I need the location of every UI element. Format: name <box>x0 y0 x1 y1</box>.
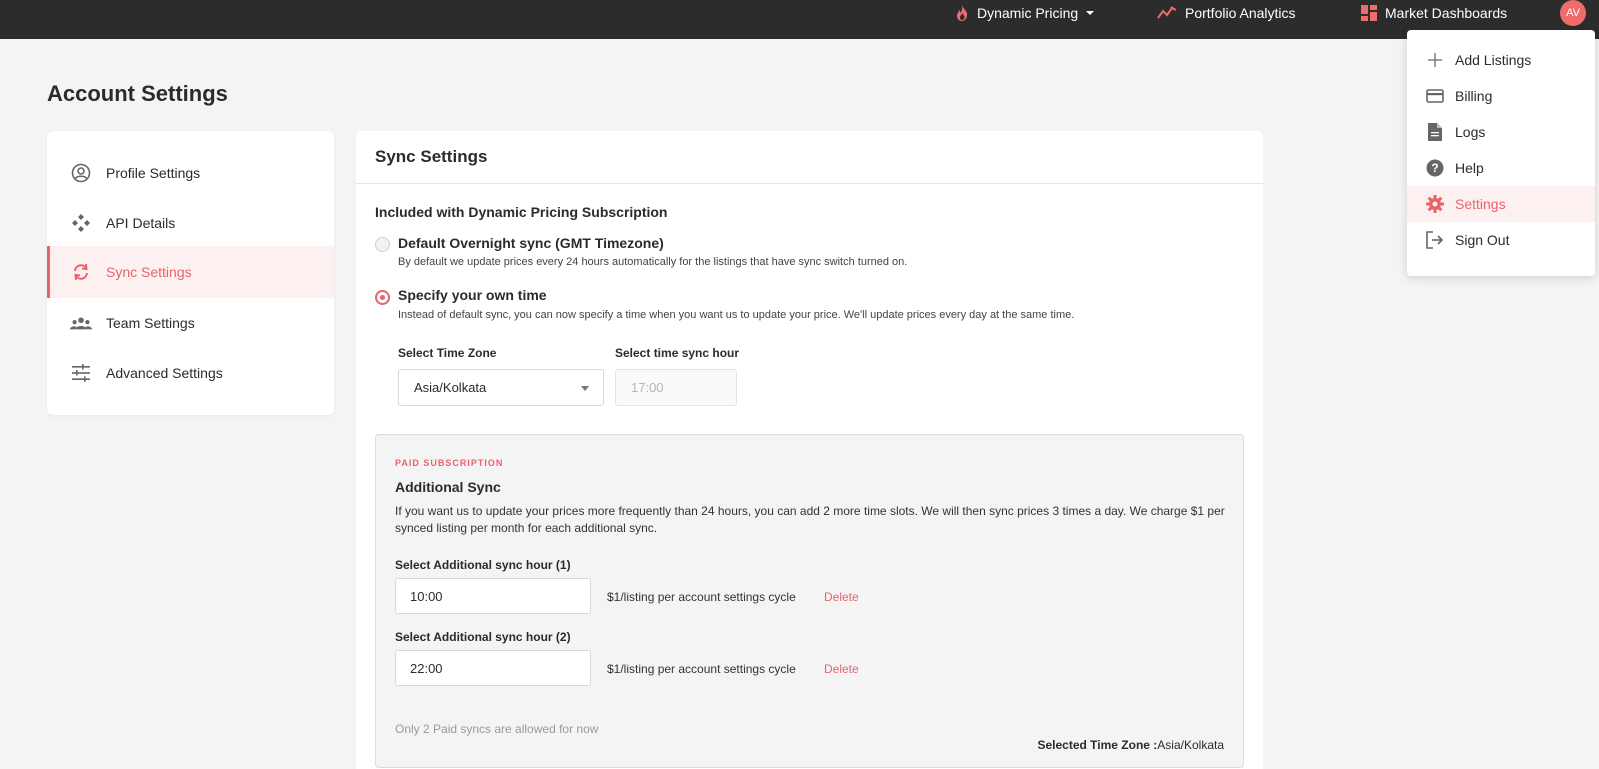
menu-item-label: Help <box>1455 160 1484 176</box>
default-sync-label[interactable]: Default Overnight sync (GMT Timezone) <box>398 235 664 251</box>
caret-down-icon <box>1086 11 1095 15</box>
additional-sync-2-price: $1/listing per account settings cycle <box>607 662 796 676</box>
settings-sidebar: Profile Settings API Details Sync Settin… <box>47 131 334 415</box>
paid-subscription-box: PAID SUBSCRIPTION Additional Sync If you… <box>375 434 1244 768</box>
default-sync-description: By default we update prices every 24 hou… <box>398 256 908 268</box>
api-icon <box>70 212 92 234</box>
default-sync-radio[interactable] <box>375 237 390 252</box>
menu-item-label: Billing <box>1455 88 1493 104</box>
sidebar-item-label: Sync Settings <box>106 264 192 280</box>
custom-sync-radio[interactable] <box>375 290 390 305</box>
custom-sync-description: Instead of default sync, you can now spe… <box>398 309 1075 321</box>
additional-sync-1-label: Select Additional sync hour (1) <box>395 558 571 572</box>
timezone-label: Select Time Zone <box>398 346 497 360</box>
menu-item-billing[interactable]: Billing <box>1407 78 1595 114</box>
help-icon: ? <box>1426 159 1444 177</box>
menu-item-label: Add Listings <box>1455 52 1532 68</box>
sidebar-item-label: Profile Settings <box>106 165 201 181</box>
panel-title: Sync Settings <box>356 131 1263 184</box>
credit-card-icon <box>1426 87 1444 105</box>
nav-market-dashboards[interactable]: Market Dashboards <box>1361 0 1507 26</box>
custom-sync-label[interactable]: Specify your own time <box>398 287 547 303</box>
sidebar-item-team-settings[interactable]: Team Settings <box>47 297 334 349</box>
chevron-down-icon <box>581 386 589 391</box>
sliders-icon <box>70 362 92 384</box>
nav-market-dashboards-label: Market Dashboards <box>1385 5 1508 21</box>
sync-icon <box>70 261 92 283</box>
nav-portfolio-analytics[interactable]: Portfolio Analytics <box>1157 0 1296 26</box>
sidebar-item-sync-settings[interactable]: Sync Settings <box>47 246 334 298</box>
additional-sync-2-delete-link[interactable]: Delete <box>824 662 859 676</box>
top-nav-bar: Dynamic Pricing Portfolio Analytics Mark… <box>0 0 1599 39</box>
menu-item-add-listings[interactable]: Add Listings <box>1407 42 1595 78</box>
sidebar-item-api-details[interactable]: API Details <box>47 197 334 249</box>
sign-out-icon <box>1426 231 1444 249</box>
sidebar-item-advanced-settings[interactable]: Advanced Settings <box>47 347 334 399</box>
additional-sync-title: Additional Sync <box>395 479 501 495</box>
menu-item-label: Settings <box>1455 196 1506 212</box>
included-section-label: Included with Dynamic Pricing Subscripti… <box>375 204 668 220</box>
sync-hour-input[interactable]: 17:00 <box>615 369 737 406</box>
nav-dynamic-pricing-label: Dynamic Pricing <box>977 5 1079 21</box>
menu-item-label: Sign Out <box>1455 232 1510 248</box>
flame-icon <box>957 5 968 21</box>
sidebar-item-profile-settings[interactable]: Profile Settings <box>47 147 334 199</box>
user-circle-icon <box>70 162 92 184</box>
menu-item-sign-out[interactable]: Sign Out <box>1407 222 1595 258</box>
timezone-select[interactable]: Asia/Kolkata <box>398 369 604 406</box>
menu-item-settings[interactable]: Settings <box>1407 186 1595 222</box>
menu-item-logs[interactable]: Logs <box>1407 114 1595 150</box>
team-icon <box>70 312 92 334</box>
timezone-value: Asia/Kolkata <box>414 380 487 395</box>
nav-dynamic-pricing[interactable]: Dynamic Pricing <box>955 0 1095 26</box>
paid-sync-limit-note: Only 2 Paid syncs are allowed for now <box>395 722 599 736</box>
document-icon <box>1426 123 1444 141</box>
sync-settings-panel: Sync Settings Included with Dynamic Pric… <box>356 131 1263 769</box>
additional-sync-2-input[interactable]: 22:00 <box>395 650 591 686</box>
trend-line-icon <box>1157 6 1177 19</box>
selected-timezone-value: Asia/Kolkata <box>1157 738 1224 752</box>
sidebar-item-label: API Details <box>106 215 176 231</box>
paid-subscription-tag: PAID SUBSCRIPTION <box>395 458 504 468</box>
gear-icon <box>1426 195 1444 213</box>
user-dropdown-menu: Add Listings Billing Logs ? Help Setting… <box>1407 30 1595 276</box>
user-avatar[interactable]: AV <box>1560 0 1586 26</box>
additional-sync-1-delete-link[interactable]: Delete <box>824 590 859 604</box>
sidebar-item-label: Advanced Settings <box>106 365 223 381</box>
svg-text:?: ? <box>1431 161 1438 175</box>
additional-sync-2-label: Select Additional sync hour (2) <box>395 630 571 644</box>
menu-item-label: Logs <box>1455 124 1486 140</box>
sidebar-item-label: Team Settings <box>106 315 195 331</box>
plus-icon <box>1426 51 1444 69</box>
additional-sync-1-input[interactable]: 10:00 <box>395 578 591 614</box>
dashboard-grid-icon <box>1361 5 1377 21</box>
additional-sync-1-price: $1/listing per account settings cycle <box>607 590 796 604</box>
additional-sync-description: If you want us to update your prices mor… <box>395 504 1225 535</box>
menu-item-help[interactable]: ? Help <box>1407 150 1595 186</box>
sync-hour-label: Select time sync hour <box>615 346 740 360</box>
page-title: Account Settings <box>47 81 228 106</box>
selected-timezone-summary: Selected Time Zone :Asia/Kolkata <box>1037 738 1224 752</box>
nav-portfolio-analytics-label: Portfolio Analytics <box>1185 5 1296 21</box>
selected-timezone-label: Selected Time Zone : <box>1037 738 1158 752</box>
